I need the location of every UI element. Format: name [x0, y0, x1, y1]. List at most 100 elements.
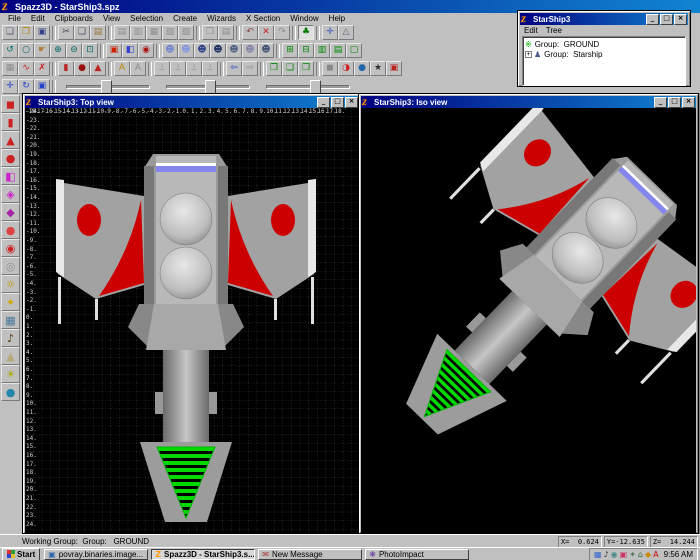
- spin-view-button[interactable]: ↺: [2, 43, 18, 58]
- slider-thumb[interactable]: [310, 80, 321, 94]
- paste-special-1-button[interactable]: ▤: [114, 25, 130, 40]
- taskbar-button-new-message[interactable]: ✉New Message: [258, 549, 362, 560]
- menu-window[interactable]: Window: [285, 14, 323, 23]
- star-frame-button[interactable]: ★: [370, 61, 386, 76]
- menu-create[interactable]: Create: [168, 14, 202, 23]
- sphere-tool-button[interactable]: ●: [74, 61, 90, 76]
- duplicate-front-button[interactable]: ❐: [266, 61, 282, 76]
- sun-button[interactable]: ☀: [1, 365, 20, 383]
- extrude-primitive-button[interactable]: ◧: [1, 167, 20, 185]
- viewport-tool-button[interactable]: ▣: [34, 79, 50, 94]
- layout-single-button[interactable]: ▤: [330, 43, 346, 58]
- grid-snap-button[interactable]: ▦: [2, 61, 18, 76]
- render-avatar-5-button[interactable]: ☻: [226, 43, 242, 58]
- start-button[interactable]: Start: [2, 548, 40, 560]
- blob-primitive-button[interactable]: ●: [1, 221, 20, 239]
- iso-view-title-bar[interactable]: Z StarShip3: Iso view _ □ ×: [361, 96, 696, 108]
- taskbar-button-povray-binaries-image[interactable]: ▣povray.binaries.image...: [44, 549, 148, 560]
- tree-item[interactable]: +♟Group: Starship: [525, 49, 683, 59]
- layout-grid-button[interactable]: ⊞: [282, 43, 298, 58]
- zoom-out-button[interactable]: ⊖: [66, 43, 82, 58]
- zoom-tool-button[interactable]: ○: [18, 43, 34, 58]
- tray-cd-icon[interactable]: ◉: [611, 550, 618, 559]
- axes-button[interactable]: ✛: [322, 25, 338, 40]
- paste-special-4-button[interactable]: ▧: [162, 25, 178, 40]
- duplicate-back-button[interactable]: ❑: [282, 61, 298, 76]
- hierarchy-2-button[interactable]: ⊥: [170, 61, 186, 76]
- background-image-button[interactable]: ▦: [1, 311, 20, 329]
- save-button[interactable]: ▣: [34, 25, 50, 40]
- close-button[interactable]: ×: [674, 14, 687, 25]
- rotate-tool-button[interactable]: ↻: [18, 79, 34, 94]
- copy-button[interactable]: ❑: [74, 25, 90, 40]
- top-view-viewport[interactable]: -18.-17.-16.-15.-14.-13.-12.-11.-10.-9.-…: [25, 108, 359, 533]
- hierarchy-4-button[interactable]: ⊥: [202, 61, 218, 76]
- cone-primitive-button[interactable]: ▲: [1, 131, 20, 149]
- x-slider[interactable]: [64, 79, 152, 94]
- vertex-tool-button[interactable]: ✗: [34, 61, 50, 76]
- menu-selection[interactable]: Selection: [125, 14, 168, 23]
- tray-graphics-icon[interactable]: ▣: [620, 550, 628, 559]
- textured-cube-button[interactable]: ▣: [106, 43, 122, 58]
- cut-button[interactable]: ✂: [58, 25, 74, 40]
- nav-forward-button[interactable]: ⇨: [242, 61, 258, 76]
- palette-title-bar[interactable]: Z StarShip3 _ □ ×: [520, 13, 688, 25]
- palette-menu-tree[interactable]: Tree: [544, 26, 568, 35]
- y-slider[interactable]: [164, 79, 252, 94]
- new-file-button[interactable]: ❏: [2, 25, 18, 40]
- sound-button[interactable]: ♪: [1, 329, 20, 347]
- tray-antivirus-icon[interactable]: A: [653, 550, 658, 559]
- menu-view[interactable]: View: [98, 14, 125, 23]
- tray-display-icon[interactable]: ▦: [594, 550, 602, 559]
- close-button[interactable]: ×: [345, 97, 358, 108]
- texture-frame-button[interactable]: ▣: [386, 61, 402, 76]
- flame-tool-button[interactable]: ▲: [90, 61, 106, 76]
- slider-thumb[interactable]: [205, 80, 216, 94]
- hierarchy-3-button[interactable]: ⊥: [186, 61, 202, 76]
- sphere-primitive-button[interactable]: ●: [1, 149, 20, 167]
- maximize-button[interactable]: □: [331, 97, 344, 108]
- paste-alt-button[interactable]: ▤: [218, 25, 234, 40]
- minimize-button[interactable]: _: [646, 14, 659, 25]
- tray-home-icon[interactable]: ⌂: [638, 550, 643, 559]
- top-view-title-bar[interactable]: Z StarShip3: Top view _ □ ×: [25, 96, 359, 108]
- camera-object-button[interactable]: ◉: [138, 43, 154, 58]
- tree-expand-box[interactable]: +: [525, 51, 532, 58]
- pyramid-view-button[interactable]: △: [338, 25, 354, 40]
- maximize-button[interactable]: □: [668, 97, 681, 108]
- sphere-group-button[interactable]: ◉: [1, 239, 20, 257]
- menu-clipboards[interactable]: Clipboards: [50, 14, 98, 23]
- undo-button[interactable]: ↶: [242, 25, 258, 40]
- globe-texture-button[interactable]: ●: [1, 383, 20, 401]
- iso-view-viewport[interactable]: [361, 108, 696, 533]
- zoom-region-button[interactable]: ⊡: [82, 43, 98, 58]
- layout-columns-button[interactable]: ▥: [314, 43, 330, 58]
- multi-cube-button[interactable]: ◧: [122, 43, 138, 58]
- scene-tree-button[interactable]: ♣: [298, 25, 314, 40]
- palette-menu-edit[interactable]: Edit: [522, 26, 544, 35]
- door-tool-button[interactable]: ▮: [58, 61, 74, 76]
- layout-window-button[interactable]: ▢: [346, 43, 362, 58]
- move-tool-button[interactable]: ✛: [2, 79, 18, 94]
- minimize-button[interactable]: _: [654, 97, 667, 108]
- material-sphere-button[interactable]: ◑: [338, 61, 354, 76]
- light-bulb-button[interactable]: ☼: [1, 275, 20, 293]
- curve-edit-button[interactable]: ∿: [18, 61, 34, 76]
- z-slider[interactable]: [264, 79, 352, 94]
- render-avatar-7-button[interactable]: ☻: [258, 43, 274, 58]
- slider-thumb[interactable]: [101, 80, 112, 94]
- render-box-button[interactable]: ◼: [322, 61, 338, 76]
- copy-alt-button[interactable]: ❐: [202, 25, 218, 40]
- taskbar-button-photoimpact[interactable]: ✱PhotoImpact: [365, 549, 469, 560]
- cylinder-primitive-button[interactable]: ▮: [1, 113, 20, 131]
- render-avatar-3-button[interactable]: ☻: [194, 43, 210, 58]
- paste-special-2-button[interactable]: ▥: [130, 25, 146, 40]
- lathe-primitive-button[interactable]: ◈: [1, 185, 20, 203]
- box-primitive-button[interactable]: ◼: [1, 95, 20, 113]
- scene-tree-list[interactable]: ※Group: GROUND+♟Group: Starship: [522, 36, 686, 86]
- menu-wizards[interactable]: Wizards: [202, 14, 241, 23]
- terrain-button[interactable]: ▲: [1, 347, 20, 365]
- pan-hand-button[interactable]: ☛: [34, 43, 50, 58]
- sphere-group-disabled-button[interactable]: ◎: [1, 257, 20, 275]
- redo-button[interactable]: ↷: [274, 25, 290, 40]
